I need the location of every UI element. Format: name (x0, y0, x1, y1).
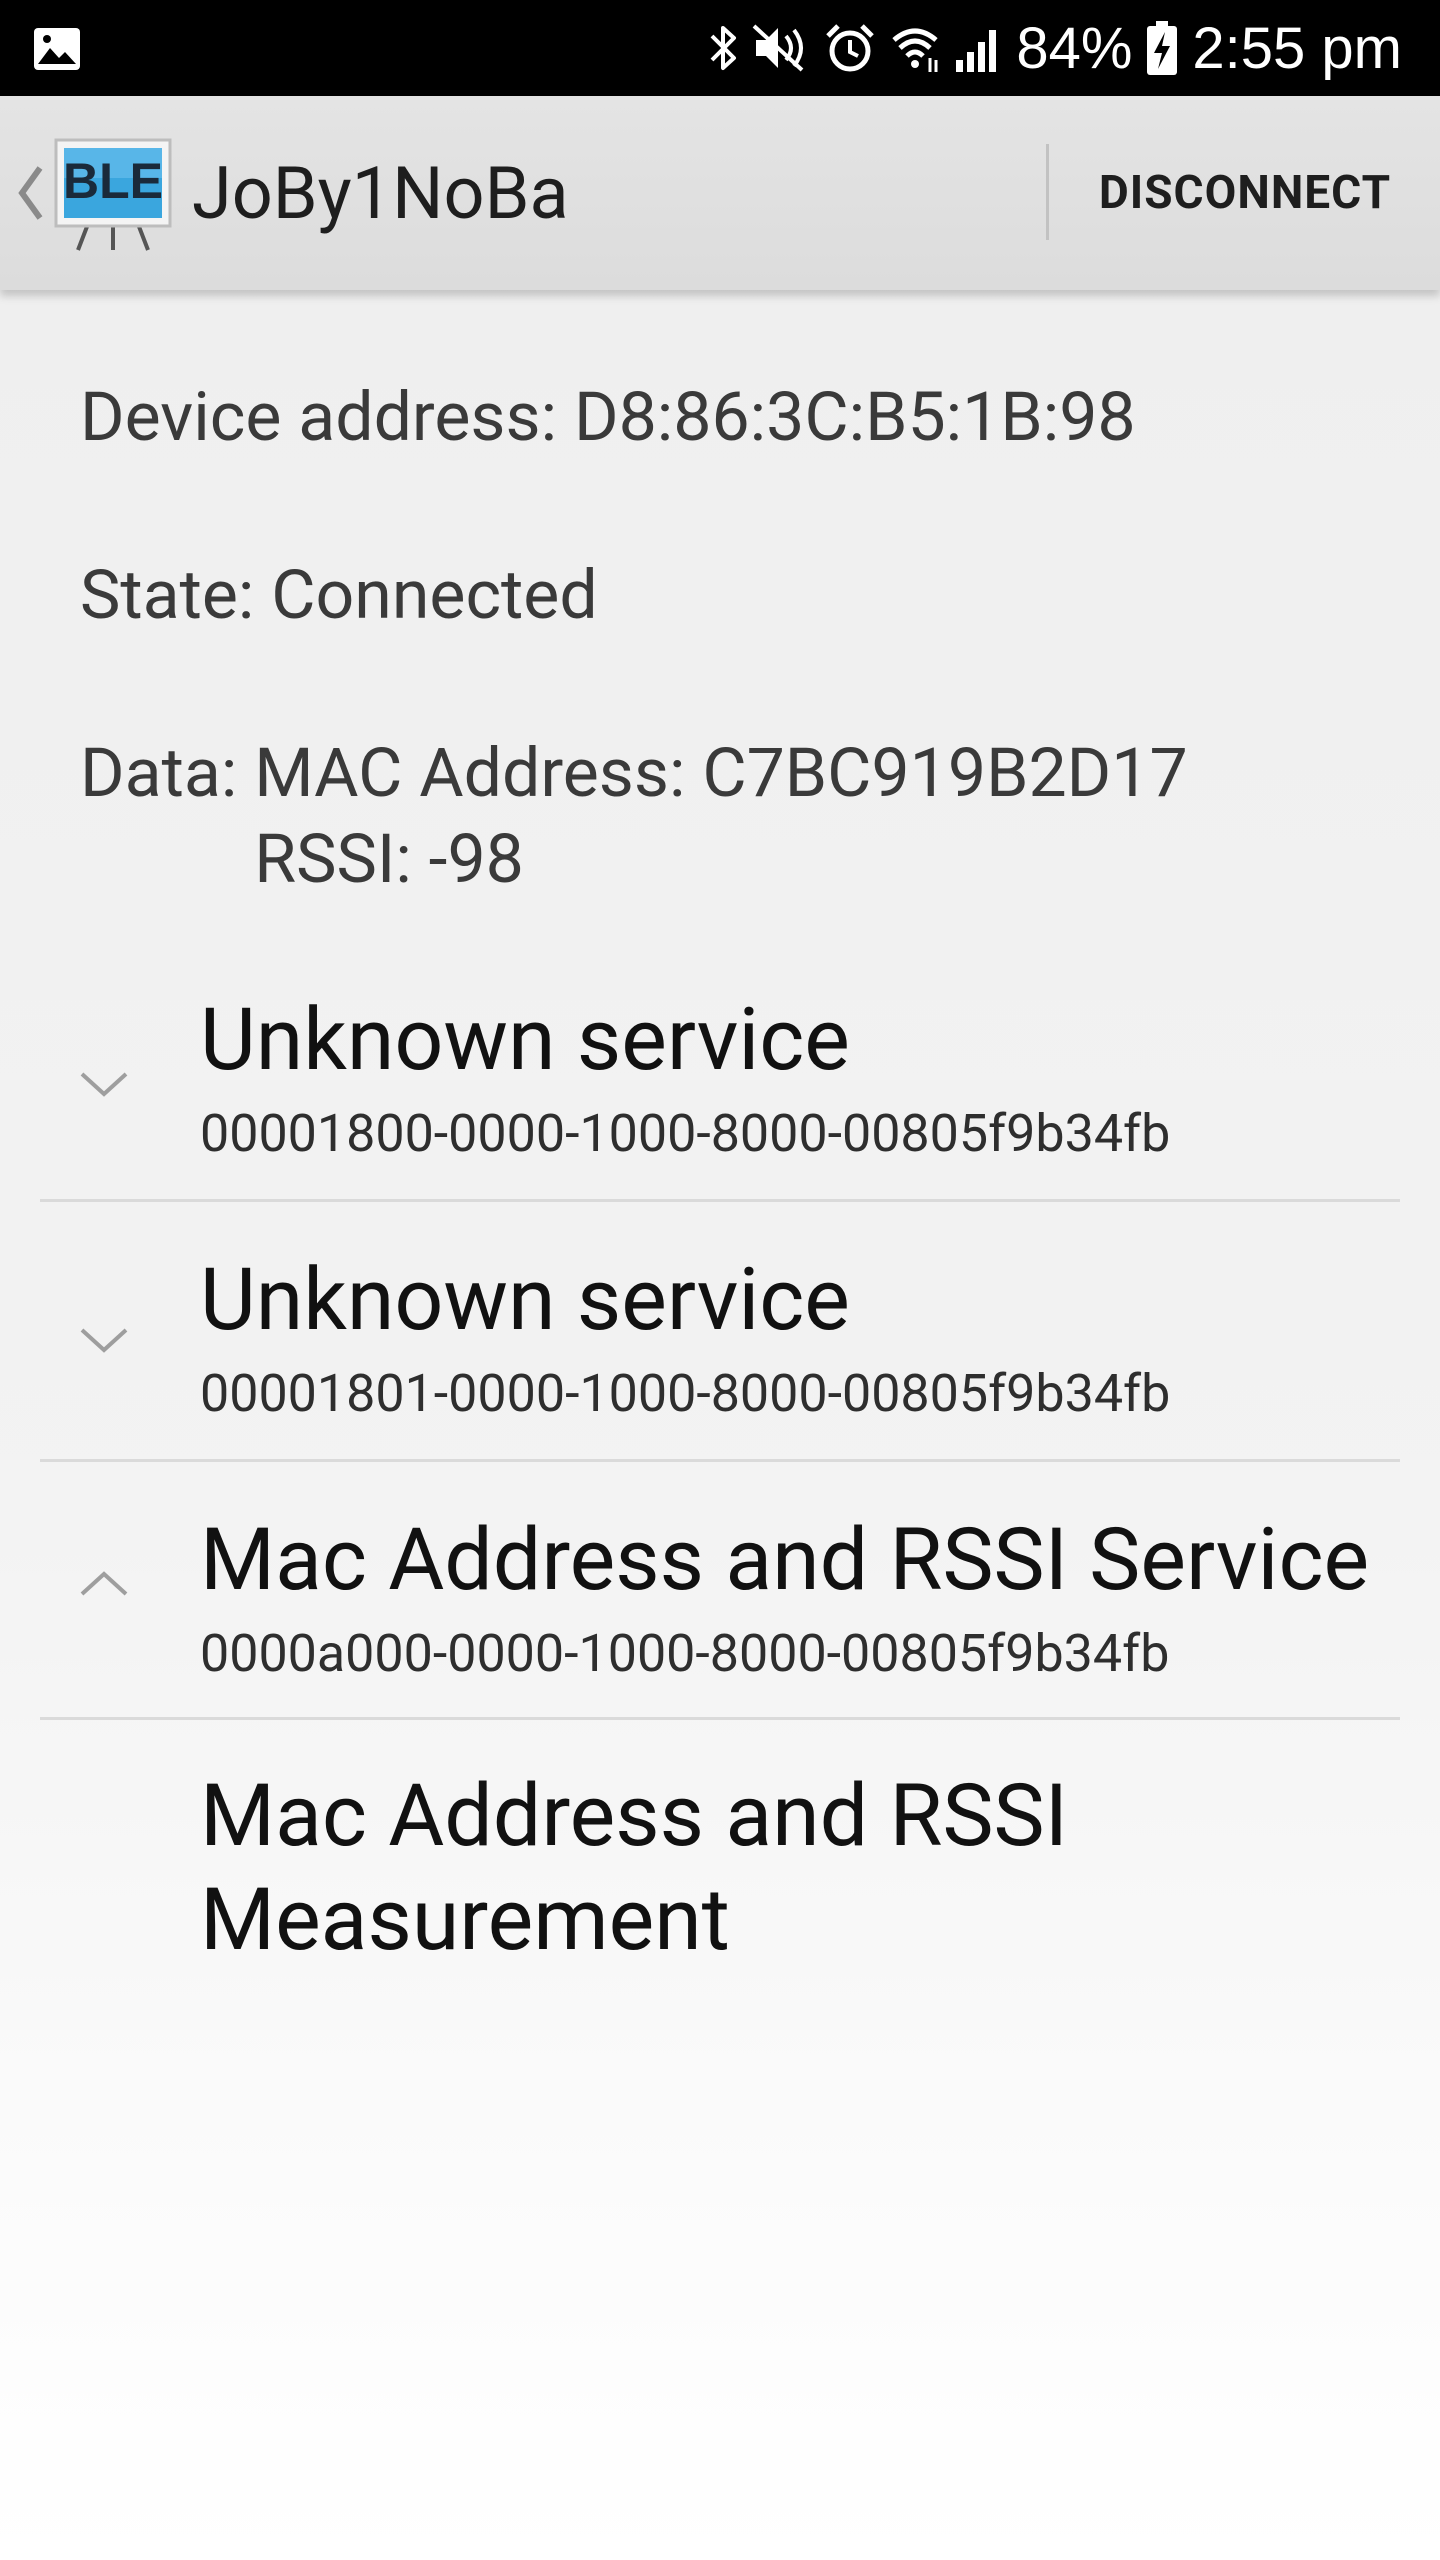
data-rssi: RSSI: -98 (254, 819, 524, 899)
disconnect-button[interactable]: DISCONNECT (1050, 96, 1440, 290)
status-icons: 84% 2:55 pm (708, 0, 1402, 96)
chevron-up-icon (80, 1571, 128, 1596)
state-label: State: (80, 555, 272, 635)
mute-icon (752, 24, 804, 72)
app-logo[interactable]: BLE (52, 134, 174, 254)
status-bar: 84% 2:55 pm (0, 0, 1440, 96)
signal-icon (956, 30, 997, 72)
chevron-down-icon (80, 1328, 128, 1353)
service-uuid: 00001801-0000-1000-8000-00805f9b34fb (200, 1363, 1171, 1424)
app-logo-text: BLE (63, 153, 163, 209)
data-block: Data: MAC Address: C7BC919B2D17 RSSI: -9… (80, 730, 1188, 902)
service-name: Unknown service (200, 1249, 850, 1350)
device-name-title: JoBy1NoBa (192, 151, 569, 236)
state-value: Connected (271, 555, 598, 635)
service-uuid: 0000a000-0000-1000-8000-00805f9b34fb (200, 1623, 1170, 1684)
device-address-label: Device address: (80, 377, 574, 457)
bluetooth-icon (710, 26, 737, 70)
divider (40, 1717, 1400, 1720)
service-row[interactable]: Mac Address and RSSI Service 0000a000-00… (0, 1500, 1440, 1720)
chevron-down-icon (80, 1072, 128, 1097)
alarm-icon (826, 24, 875, 72)
characteristic-item[interactable]: Mac Address and RSSI Measurement (200, 1764, 1380, 1972)
state-line: State: Connected (80, 552, 598, 638)
divider (40, 1199, 1400, 1202)
device-address-value: D8:86:3C:B5:1B:98 (573, 377, 1136, 457)
battery-charging-icon (1147, 21, 1178, 75)
data-mac-address: MAC Address: C7BC919B2D17 (254, 733, 1188, 813)
service-name: Unknown service (200, 989, 850, 1090)
data-values: MAC Address: C7BC919B2D17 RSSI: -98 (254, 730, 1188, 902)
battery-percent: 84% (1016, 15, 1133, 81)
action-bar-divider (1046, 144, 1049, 240)
service-row[interactable]: Unknown service 00001800-0000-1000-8000-… (0, 980, 1440, 1200)
gallery-icon (34, 28, 80, 70)
device-address-line: Device address: D8:86:3C:B5:1B:98 (80, 374, 1136, 460)
service-row[interactable]: Unknown service 00001801-0000-1000-8000-… (0, 1240, 1440, 1460)
service-name: Mac Address and RSSI Service (200, 1509, 1370, 1610)
wifi-icon (892, 28, 938, 72)
data-label: Data: (80, 733, 255, 813)
divider (40, 1459, 1400, 1462)
action-bar: BLE JoBy1NoBa DISCONNECT (0, 96, 1440, 290)
clock: 2:55 pm (1192, 15, 1402, 81)
service-uuid: 00001800-0000-1000-8000-00805f9b34fb (200, 1103, 1171, 1164)
back-chevron-icon[interactable] (12, 158, 48, 228)
